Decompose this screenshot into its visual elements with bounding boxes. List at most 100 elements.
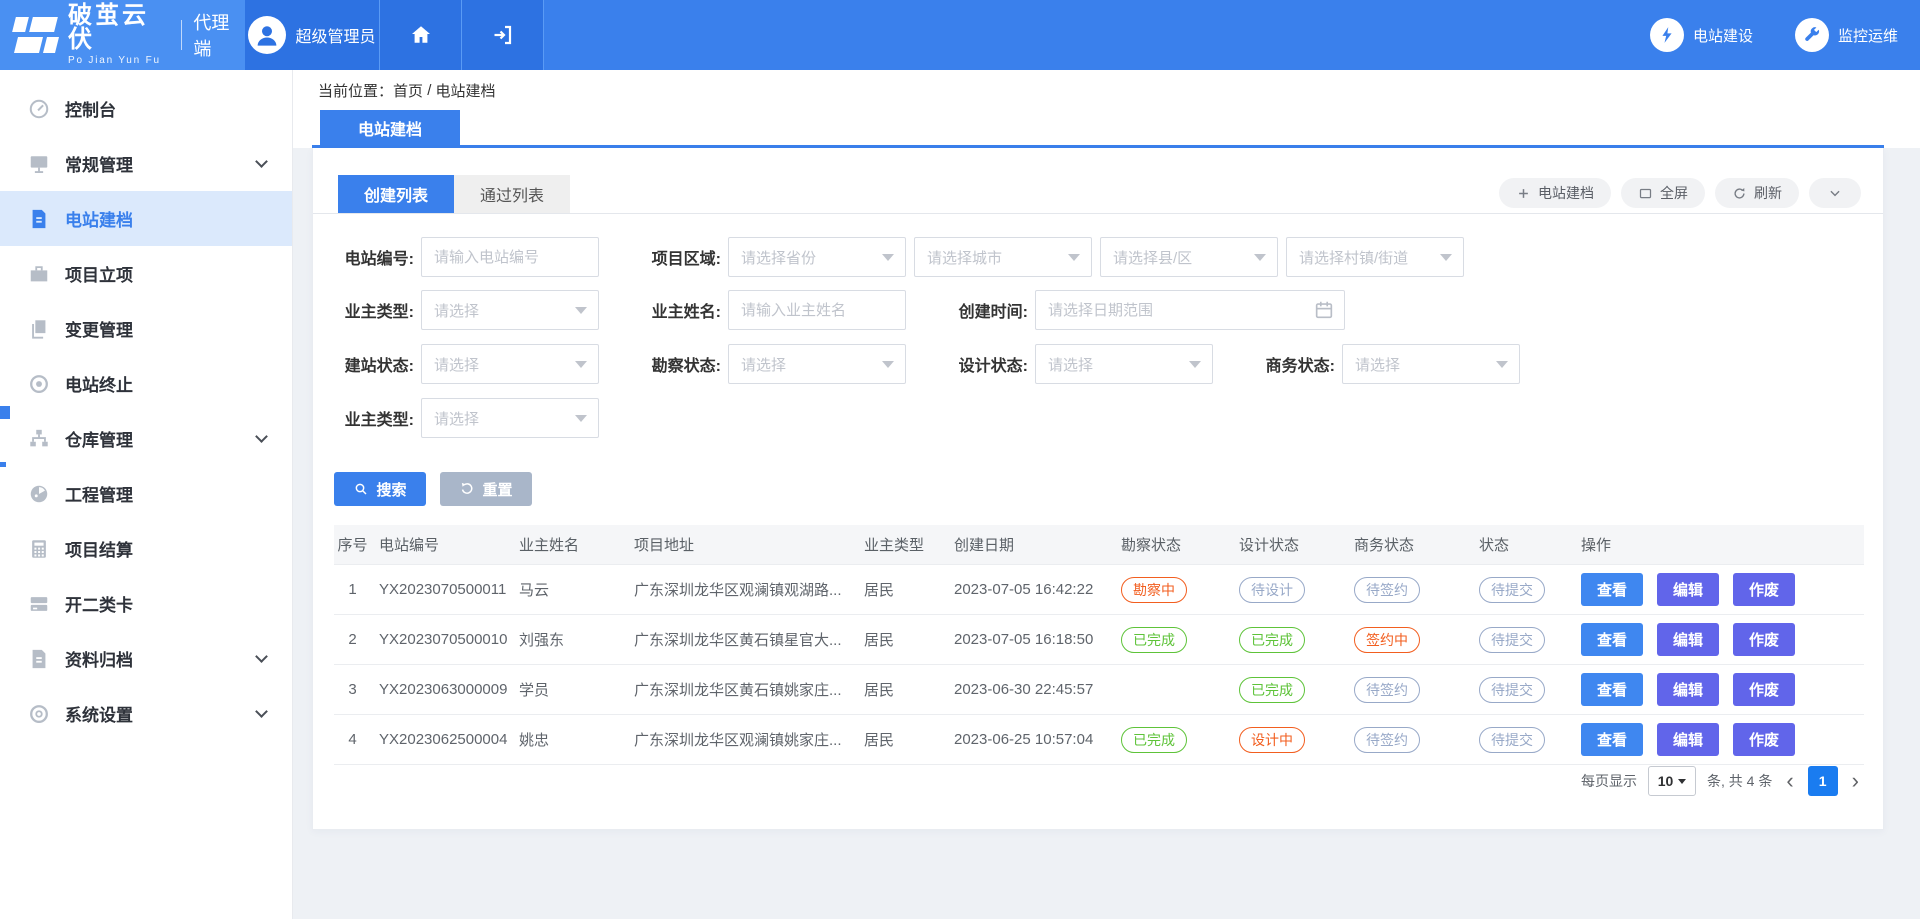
briefcase-icon [28,263,50,285]
fullscreen-button[interactable]: 全屏 [1621,178,1705,208]
chevron-down-icon [882,254,894,261]
breadcrumb-current: 电站建档 [436,80,496,101]
tab-create-list[interactable]: 创建列表 [338,175,454,213]
owner-name-input[interactable] [728,290,906,330]
county-select[interactable]: 请选择县/区 [1100,237,1278,277]
refresh-icon [1732,186,1747,201]
list-tabs: 创建列表 通过列表 [338,175,570,213]
village-select[interactable]: 请选择村镇/街道 [1286,237,1464,277]
chevron-down-icon [1496,361,1508,368]
view-button[interactable]: 查看 [1581,573,1643,606]
void-button[interactable]: 作废 [1733,573,1795,606]
status-badge: 待提交 [1479,627,1545,653]
breadcrumb-separator: / [423,82,436,99]
sidebar-item-class2-card[interactable]: 开二类卡 [0,576,292,631]
top-header: 破茧云伏 Po Jian Yun Fu 代理端 超级管理员 电站建设 监控 [0,0,1920,70]
per-page-select[interactable]: 10 [1648,766,1696,796]
content-area: 创建列表 通过列表 电站建档 全屏 刷新 [293,148,1920,919]
collapse-button[interactable] [1809,178,1861,208]
chevron-down-icon [575,415,587,422]
edit-button[interactable]: 编辑 [1657,573,1719,606]
status-badge: 待设计 [1239,577,1305,603]
reset-button[interactable]: 重置 [440,472,532,506]
search-button[interactable]: 搜索 [334,472,426,506]
pagination: 每页显示 10 条, 共 4 条 ‹ 1 › [1581,766,1862,796]
status-badge: 待签约 [1354,727,1420,753]
logo-mark [14,17,58,53]
view-button[interactable]: 查看 [1581,673,1643,706]
breadcrumb-home-link[interactable]: 首页 [393,80,423,101]
chevron-down-icon [575,307,587,314]
sidebar-item-system-settings[interactable]: 系统设置 [0,686,292,741]
prev-page-button[interactable]: ‹ [1783,770,1796,792]
survey-status-select[interactable]: 请选择 [728,344,906,384]
copy-icon [28,318,50,340]
sidebar-item-change-mgmt[interactable]: 变更管理 [0,301,292,356]
user-menu[interactable]: 超级管理员 [245,0,380,70]
calculator-icon [28,538,50,560]
status-badge: 待签约 [1354,577,1420,603]
void-button[interactable]: 作废 [1733,673,1795,706]
reset-icon [459,481,475,497]
void-button[interactable]: 作废 [1733,723,1795,756]
sidebar-item-station-archive[interactable]: 电站建档 [0,191,292,246]
status-badge: 已完成 [1239,677,1305,703]
created-time-label: 创建时间: [948,298,1028,322]
edit-button[interactable]: 编辑 [1657,673,1719,706]
void-button[interactable]: 作废 [1733,623,1795,656]
sidebar-item-warehouse-mgmt[interactable]: 仓库管理 [0,411,292,466]
province-select[interactable]: 请选择省份 [728,237,906,277]
sidebar-item-console[interactable]: 控制台 [0,81,292,136]
edit-button[interactable]: 编辑 [1657,723,1719,756]
nav-monitor-ops[interactable]: 监控运维 [1795,18,1898,52]
owner-type2-select[interactable]: 请选择 [421,398,599,438]
sidebar-item-engineering-mgmt[interactable]: 工程管理 [0,466,292,521]
panel-card: 创建列表 通过列表 电站建档 全屏 刷新 [312,148,1884,830]
home-button[interactable] [380,0,462,70]
table-row: 1 YX2023070500011 马云 广东深圳龙华区观澜镇观湖路... 居民… [334,565,1864,615]
sidebar-item-data-archive[interactable]: 资料归档 [0,631,292,686]
view-button[interactable]: 查看 [1581,723,1643,756]
build-status-select[interactable]: 请选择 [421,344,599,384]
sidebar: 控制台 常规管理 电站建档 项目立项 变更管理 电站终止 仓库管理 工程管理 项… [0,70,293,919]
dashboard-icon [28,98,50,120]
breadcrumb: 当前位置： 首页 / 电站建档 [293,70,1920,110]
chevron-down-icon [1068,254,1080,261]
owner-name-label: 业主姓名: [641,298,721,322]
add-station-button[interactable]: 电站建档 [1499,178,1611,208]
region-label: 项目区域: [641,245,721,269]
view-button[interactable]: 查看 [1581,623,1643,656]
edit-button[interactable]: 编辑 [1657,623,1719,656]
date-range-input[interactable] [1035,290,1345,330]
sidebar-item-project-initiation[interactable]: 项目立项 [0,246,292,301]
station-code-input[interactable] [421,237,599,277]
gauge-icon [28,483,50,505]
page-tab-station-archive[interactable]: 电站建档 [320,110,460,145]
table-row: 3 YX2023063000009 学员 广东深圳龙华区黄石镇姚家庄... 居民… [334,665,1864,715]
status-badge: 待提交 [1479,577,1545,603]
page-number-button[interactable]: 1 [1808,766,1838,796]
panel-toolbar: 电站建档 全屏 刷新 [1499,178,1861,208]
status-badge: 已完成 [1239,627,1305,653]
business-status-select[interactable]: 请选择 [1342,344,1520,384]
stations-table: 序号 电站编号 业主姓名 项目地址 业主类型 创建日期 勘察状态 设计状态 商务… [334,525,1864,765]
calendar-icon [1313,299,1335,321]
tab-passed-list[interactable]: 通过列表 [454,175,570,213]
nav-station-build[interactable]: 电站建设 [1650,18,1753,52]
logout-button[interactable] [462,0,544,70]
header-quick-nav: 电站建设 监控运维 [1650,0,1920,70]
user-avatar-icon [248,16,286,54]
refresh-button[interactable]: 刷新 [1715,178,1799,208]
sidebar-item-station-terminate[interactable]: 电站终止 [0,356,292,411]
sidebar-item-project-settlement[interactable]: 项目结算 [0,521,292,576]
survey-status-label: 勘察状态: [641,352,721,376]
sidebar-item-general-mgmt[interactable]: 常规管理 [0,136,292,191]
tabs-divider [313,213,1883,214]
owner-type-select[interactable]: 请选择 [421,290,599,330]
card-icon [28,593,50,615]
design-status-select[interactable]: 请选择 [1035,344,1213,384]
chevron-down-icon [255,155,268,168]
city-select[interactable]: 请选择城市 [914,237,1092,277]
next-page-button[interactable]: › [1849,770,1862,792]
chevron-down-icon [1828,186,1842,200]
